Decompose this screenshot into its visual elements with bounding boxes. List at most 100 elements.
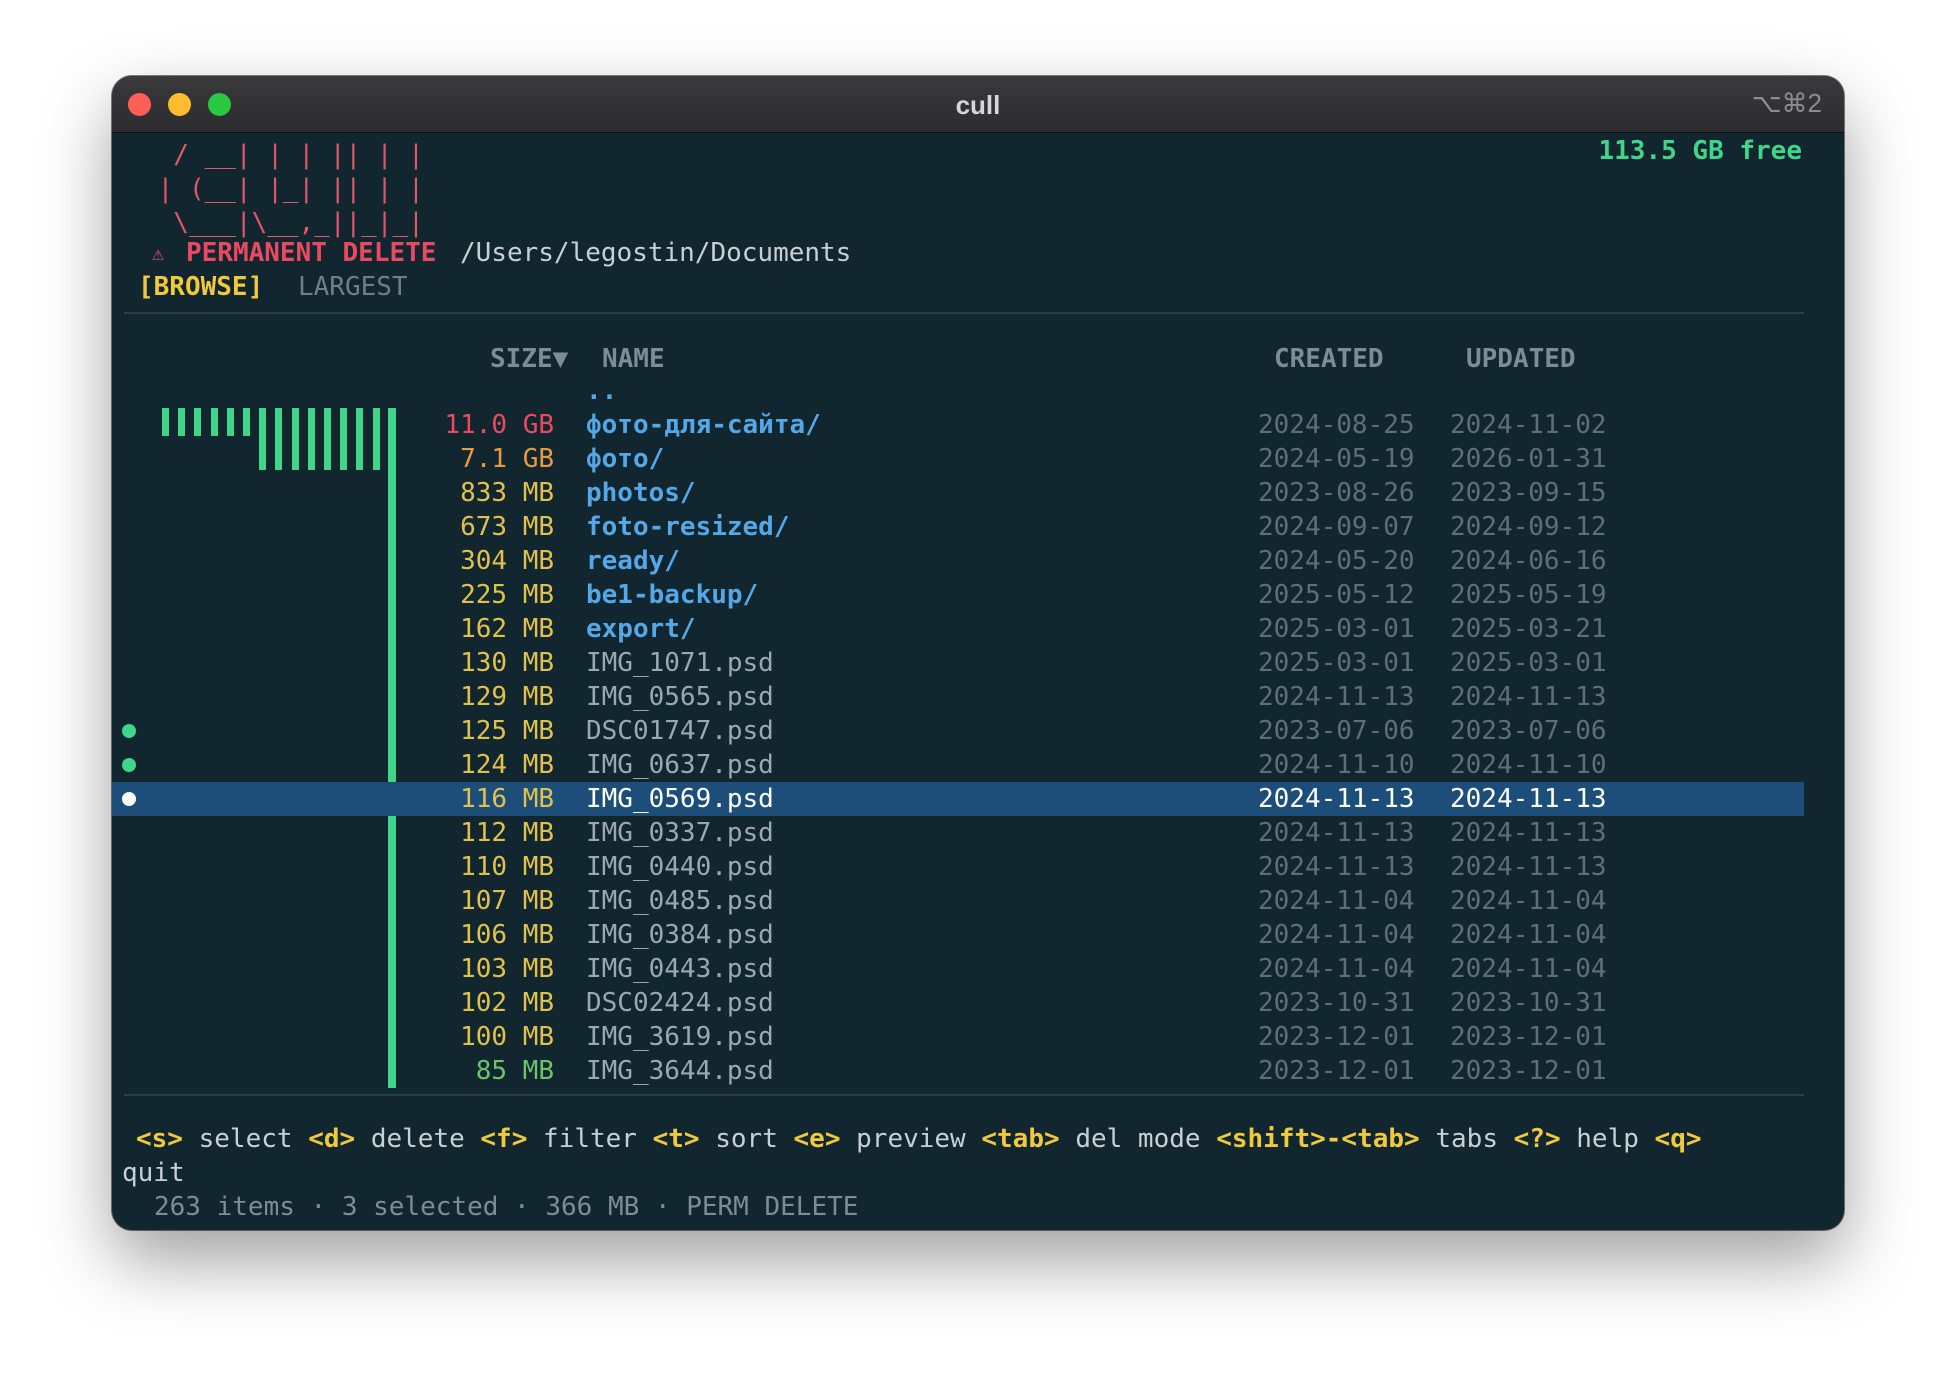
keybinding-key: <q> — [1654, 1124, 1702, 1154]
updated-date: 2023-12-01 — [1450, 1056, 1607, 1086]
updated-date: 2025-05-19 — [1450, 580, 1607, 610]
keybinding-action: delete — [370, 1124, 465, 1154]
file-name: DSC01747.psd — [586, 716, 774, 746]
file-size: 129 MB — [460, 682, 554, 712]
updated-date: 2025-03-01 — [1450, 648, 1607, 678]
file-size: 124 MB — [460, 750, 554, 780]
directory-name: export/ — [586, 614, 696, 644]
updated-date: 2023-10-31 — [1450, 988, 1607, 1018]
delete-mode-label: PERMANENT DELETE — [186, 238, 437, 268]
updated-date: 2023-12-01 — [1450, 1022, 1607, 1052]
keybinding-key: <f> — [480, 1124, 528, 1154]
warning-icon: ⚠ — [152, 241, 165, 265]
tab-largest[interactable]: LARGEST — [298, 270, 408, 304]
selection-marker-icon — [122, 724, 136, 738]
status-bar: 263 items · 3 selected · 366 MB · PERM D… — [154, 1192, 859, 1222]
updated-date: 2023-07-06 — [1450, 716, 1607, 746]
file-row[interactable]: 304 MB ready/2024-05-20 2024-06-16 — [112, 544, 1804, 578]
column-header-size[interactable]: SIZE▼ — [490, 342, 568, 376]
column-header-updated[interactable]: UPDATED — [1466, 342, 1576, 376]
file-size: 11.0 GB — [444, 410, 554, 440]
file-size: 225 MB — [460, 580, 554, 610]
file-row[interactable]: 110 MB IMG_0440.psd 2024-11-13 2024-11-13 — [112, 850, 1804, 884]
terminal-window: cull ⌥⌘2 / __| | | || | | | (__| |_| || … — [112, 76, 1844, 1230]
directory-name: photos/ — [586, 478, 696, 508]
updated-date: 2024-11-13 — [1450, 818, 1607, 848]
column-header-created[interactable]: CREATED — [1274, 342, 1384, 376]
file-size: 7.1 GB — [460, 444, 554, 474]
file-row[interactable]: 85 MB IMG_3644.psd 2023-12-01 2023-12-01 — [112, 1054, 1804, 1088]
updated-date: 2024-11-02 — [1450, 410, 1607, 440]
file-row[interactable]: 673 MB foto-resized/2024-09-07 2024-09-12 — [112, 510, 1804, 544]
file-row[interactable]: 107 MB IMG_0485.psd 2024-11-04 2024-11-04 — [112, 884, 1804, 918]
file-row[interactable]: 106 MB IMG_0384.psd 2024-11-04 2024-11-04 — [112, 918, 1804, 952]
file-size: 304 MB — [460, 546, 554, 576]
created-date: 2025-03-01 — [1258, 614, 1415, 644]
updated-date: 2024-11-04 — [1450, 920, 1607, 950]
current-path: /Users/legostin/Documents — [460, 238, 852, 268]
file-name: IMG_1071.psd — [586, 648, 774, 678]
created-date: 2024-11-13 — [1258, 682, 1415, 712]
file-row[interactable]: 833 MB photos/2023-08-26 2023-09-15 — [112, 476, 1804, 510]
file-size: 103 MB — [460, 954, 554, 984]
file-size: 110 MB — [460, 852, 554, 882]
keybinding-action: select — [198, 1124, 293, 1154]
selected-file-row[interactable]: 116 MB IMG_0569.psd 2024-11-13 2024-11-13 — [112, 782, 1804, 816]
keybinding-key: <t> — [652, 1124, 700, 1154]
updated-date: 2024-11-13 — [1450, 784, 1607, 814]
file-name: IMG_0440.psd — [586, 852, 774, 882]
file-row[interactable]: 130 MB IMG_1071.psd 2025-03-01 2025-03-01 — [112, 646, 1804, 680]
file-row[interactable]: 124 MB IMG_0637.psd 2024-11-10 2024-11-10 — [112, 748, 1804, 782]
file-row[interactable]: 125 MB DSC01747.psd 2023-07-06 2023-07-06 — [112, 714, 1804, 748]
updated-date: 2024-11-04 — [1450, 886, 1607, 916]
file-size: 116 MB — [460, 784, 554, 814]
updated-date: 2024-11-13 — [1450, 682, 1607, 712]
keybinding-action: del mode — [1075, 1124, 1201, 1154]
file-row[interactable]: 100 MB IMG_3619.psd 2023-12-01 2023-12-01 — [112, 1020, 1804, 1054]
column-header-name[interactable]: NAME — [602, 342, 665, 376]
parent-directory-entry[interactable]: .. — [586, 374, 617, 408]
created-date: 2024-11-04 — [1258, 920, 1415, 950]
created-date: 2025-03-01 — [1258, 648, 1415, 678]
file-row[interactable]: 7.1 GB фото/2024-05-19 2026-01-31 — [112, 442, 1804, 476]
file-row[interactable]: 11.0 GB фото-для-сайта/2024-08-25 2024-11-… — [112, 408, 1804, 442]
created-date: 2024-05-20 — [1258, 546, 1415, 576]
directory-name: фото/ — [586, 444, 665, 474]
updated-date: 2024-11-13 — [1450, 852, 1607, 882]
file-name: DSC02424.psd — [586, 988, 774, 1018]
directory-name: foto-resized/ — [586, 512, 790, 542]
keybinding-key: <?> — [1513, 1124, 1561, 1154]
created-date: 2024-11-13 — [1258, 784, 1415, 814]
keybinding-action: help — [1576, 1124, 1639, 1154]
file-row[interactable]: 129 MB IMG_0565.psd 2024-11-13 2024-11-13 — [112, 680, 1804, 714]
keybinding-help: <s> select <d> delete <f> filter <t> sor… — [136, 1122, 1702, 1156]
cull-ascii-logo: / __| | | || | | | (__| |_| || | | \___|… — [157, 140, 424, 238]
updated-date: 2026-01-31 — [1450, 444, 1607, 474]
file-row[interactable]: 102 MB DSC02424.psd 2023-10-31 2023-10-31 — [112, 986, 1804, 1020]
updated-date: 2024-06-16 — [1450, 546, 1607, 576]
file-size: 102 MB — [460, 988, 554, 1018]
updated-date: 2024-11-04 — [1450, 954, 1607, 984]
footer-divider — [124, 1094, 1804, 1096]
tab-browse[interactable]: [BROWSE] — [138, 270, 263, 304]
file-name: IMG_0565.psd — [586, 682, 774, 712]
keybinding-key: <tab> — [981, 1124, 1060, 1154]
file-name: IMG_0569.psd — [586, 784, 774, 814]
file-name: IMG_0384.psd — [586, 920, 774, 950]
file-size: 106 MB — [460, 920, 554, 950]
file-size: 100 MB — [460, 1022, 554, 1052]
file-row[interactable]: 225 MB be1-backup/2025-05-12 2025-05-19 — [112, 578, 1804, 612]
free-space-indicator: 113.5 GB free — [1598, 136, 1803, 166]
file-row[interactable]: 162 MB export/2025-03-01 2025-03-21 — [112, 612, 1804, 646]
window-title: cull — [955, 90, 1001, 120]
file-name: IMG_3644.psd — [586, 1056, 774, 1086]
keybinding-key: <s> — [136, 1124, 183, 1154]
file-name: IMG_0443.psd — [586, 954, 774, 984]
keybinding-key: <d> — [308, 1124, 356, 1154]
file-row[interactable]: 103 MB IMG_0443.psd 2024-11-04 2024-11-04 — [112, 952, 1804, 986]
keybinding-action: tabs — [1435, 1124, 1498, 1154]
created-date: 2024-11-10 — [1258, 750, 1415, 780]
updated-date: 2024-11-10 — [1450, 750, 1607, 780]
title-bar: cull ⌥⌘2 — [112, 76, 1844, 133]
file-row[interactable]: 112 MB IMG_0337.psd 2024-11-13 2024-11-13 — [112, 816, 1804, 850]
